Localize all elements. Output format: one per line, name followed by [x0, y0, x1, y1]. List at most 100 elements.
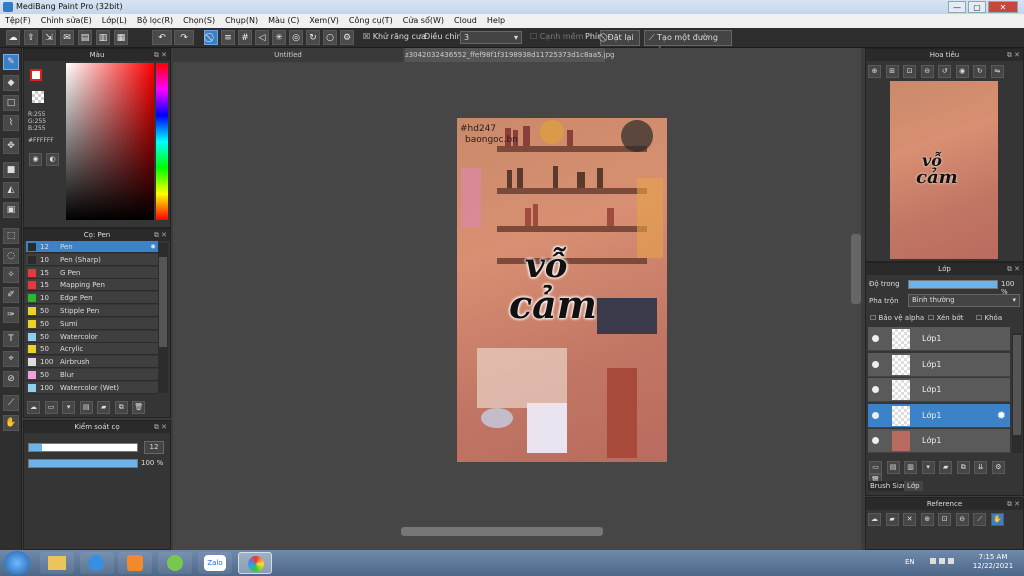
snap-grid-icon[interactable]: # [238, 30, 252, 45]
add-layer-menu-icon[interactable]: ▾ [921, 461, 935, 474]
brush-row[interactable]: 15 Mapping Pen [26, 279, 158, 292]
rotate-left-icon[interactable]: ↺ [938, 65, 952, 78]
navigator-thumbnail[interactable]: vỗ cảm [890, 81, 998, 259]
zoom-fit-icon[interactable]: ⊞ [885, 65, 899, 78]
brush-row[interactable]: 50 Watercolor [26, 330, 158, 343]
ref-eyedropper-icon[interactable]: ⟋ [973, 513, 987, 526]
ref-hand-icon[interactable]: ✋ [990, 513, 1004, 526]
canvas-artwork[interactable]: #hd247 baongoc.bn vỗ cảm [457, 118, 667, 462]
rotate-right-icon[interactable]: ↻ [973, 65, 987, 78]
magic-wand-icon[interactable]: ✧ [3, 267, 19, 283]
delete-brush-icon[interactable]: 🗑 [132, 401, 146, 414]
layer-row[interactable]: Lớp1 [868, 327, 1010, 351]
cloud-icon[interactable]: ☁ [6, 30, 20, 45]
flip-icon[interactable]: ⇋ [990, 65, 1004, 78]
zalo-taskbar-icon[interactable]: Zalo [198, 552, 232, 574]
protect-alpha-checkbox[interactable]: ☐ Bảo vệ alpha [870, 314, 924, 322]
layer-visibility-icon[interactable] [872, 360, 879, 368]
eraser-tool-icon[interactable]: ◆ [3, 75, 19, 91]
ref-zoom-out-icon[interactable]: ⊖ [955, 513, 969, 526]
start-button-icon[interactable] [4, 551, 30, 575]
foreground-color-swatch[interactable] [30, 69, 42, 81]
hue-slider[interactable] [156, 63, 168, 220]
brush-row[interactable]: 100 Watercolor (Wet) [26, 381, 158, 394]
brush-tool-icon[interactable]: ✎ [3, 54, 19, 70]
undo-icon[interactable]: ↶ [152, 30, 172, 45]
layer-row[interactable]: Lớp1 [868, 429, 1010, 453]
menu-capture[interactable]: Chụp(N) [220, 14, 263, 28]
brush-cloud-icon[interactable]: ☁ [27, 401, 40, 414]
brush-row[interactable]: 50 Stipple Pen [26, 305, 158, 317]
palette-icon[interactable]: ◉ [29, 153, 42, 166]
canvas-horizontal-scrollbar[interactable] [401, 527, 603, 536]
duplicate-layer-icon[interactable]: ⧉ [956, 461, 970, 474]
layer-row[interactable]: Lớp1 [868, 352, 1010, 377]
layer-opacity-slider[interactable] [908, 280, 998, 289]
comment-icon[interactable]: ✉ [60, 30, 74, 45]
tray-icons[interactable] [930, 557, 960, 569]
layer-settings-icon[interactable]: ⚙ [991, 461, 1005, 474]
menu-window[interactable]: Cửa sổ(W) [398, 14, 449, 28]
saturation-value-picker[interactable] [66, 63, 154, 220]
layer-row[interactable]: Lớp1 [868, 378, 1010, 402]
snap-circle-icon[interactable]: ◎ [289, 30, 303, 45]
zoom-actual-icon[interactable]: ⊡ [903, 65, 917, 78]
ref-zoom-fit-icon[interactable]: ⊡ [938, 513, 952, 526]
straight-line-button[interactable]: ⟋ Tạo một đường thẳng [644, 30, 732, 56]
menu-help[interactable]: Help [482, 14, 510, 28]
coccoc-taskbar-icon[interactable] [158, 552, 192, 574]
move-tool-icon[interactable]: ✥ [3, 138, 19, 154]
media-taskbar-icon[interactable] [118, 552, 152, 574]
explorer-taskbar-icon[interactable] [40, 552, 74, 574]
page-icon[interactable]: ▤ [78, 30, 92, 45]
close-button[interactable]: ✕ [988, 1, 1018, 13]
new-8bit-layer-icon[interactable]: ▥ [904, 461, 918, 474]
brush-row[interactable]: 10 Edge Pen [26, 292, 158, 305]
merge-layer-icon[interactable]: ⇊ [974, 461, 988, 474]
brush-folder-icon[interactable]: ▰ [97, 401, 111, 414]
layer-scrollbar[interactable] [1012, 333, 1022, 453]
lock-checkbox[interactable]: ☐ Khóa [976, 314, 1002, 322]
new-halftone-layer-icon[interactable]: ▤ [886, 461, 900, 474]
redo-icon[interactable]: ↷ [174, 30, 194, 45]
ie-taskbar-icon[interactable] [80, 552, 114, 574]
background-color-swatch[interactable] [32, 91, 44, 103]
zoom-in-icon[interactable]: ⊕ [868, 65, 881, 78]
shape-tool-icon[interactable]: ■ [3, 162, 19, 178]
upload-icon[interactable]: ⇪ [24, 30, 38, 45]
eyedropper-tool-icon[interactable]: ⟋ [3, 395, 19, 411]
blend-mode-select[interactable]: Bình thường ▾ [908, 294, 1020, 307]
layer-visibility-icon[interactable] [872, 335, 879, 342]
tab-image-file[interactable]: z3042032436552_ffef98f1f3198938d11725373… [405, 48, 615, 62]
snap-settings-icon[interactable]: ⚙ [340, 30, 354, 45]
select-eraser-icon[interactable]: ✑ [3, 307, 19, 323]
menu-select[interactable]: Chọn(S) [178, 14, 220, 28]
new-layer-icon[interactable]: ▭ [869, 461, 882, 474]
maximize-button[interactable]: ▢ [968, 1, 986, 13]
brush-opacity-slider[interactable] [28, 459, 138, 468]
brush-size-slider[interactable] [28, 443, 138, 452]
hand-tool-icon[interactable]: ✋ [3, 415, 19, 431]
layer-row[interactable]: Lớp1 ✹ [868, 403, 1010, 428]
tab-layer[interactable]: Lớp [904, 481, 923, 491]
pages-icon[interactable]: ▥ [96, 30, 110, 45]
tab-untitled[interactable]: Untitled [173, 48, 403, 62]
brush-row[interactable]: 50 Acrylic [26, 343, 158, 356]
ref-zoom-in-icon[interactable]: ⊕ [920, 513, 934, 526]
antialias-checkbox[interactable]: ☒ Khử răng cưa [363, 32, 426, 41]
menu-color[interactable]: Màu (C) [263, 14, 304, 28]
snap-parallel-icon[interactable]: ≡ [221, 30, 235, 45]
brush-size-value[interactable]: 12 [144, 441, 164, 454]
text-tool-icon[interactable]: T [3, 331, 19, 347]
new-brush-icon[interactable]: ▭ [44, 401, 58, 414]
layer-folder-icon[interactable]: ▰ [939, 461, 953, 474]
menu-filter[interactable]: Bộ lọc(R) [132, 14, 178, 28]
brush-row[interactable]: 15 G Pen [26, 266, 158, 279]
zoom-out-icon[interactable]: ⊖ [920, 65, 934, 78]
snap-curve-icon[interactable]: ↻ [306, 30, 320, 45]
medibang-taskbar-icon[interactable] [238, 552, 272, 574]
canvas-vertical-scrollbar[interactable] [851, 234, 861, 304]
color-mode-icon[interactable]: ◐ [46, 153, 59, 166]
menu-file[interactable]: Tệp(F) [0, 14, 36, 28]
curve-tool-icon[interactable]: ⌇ [3, 115, 19, 131]
